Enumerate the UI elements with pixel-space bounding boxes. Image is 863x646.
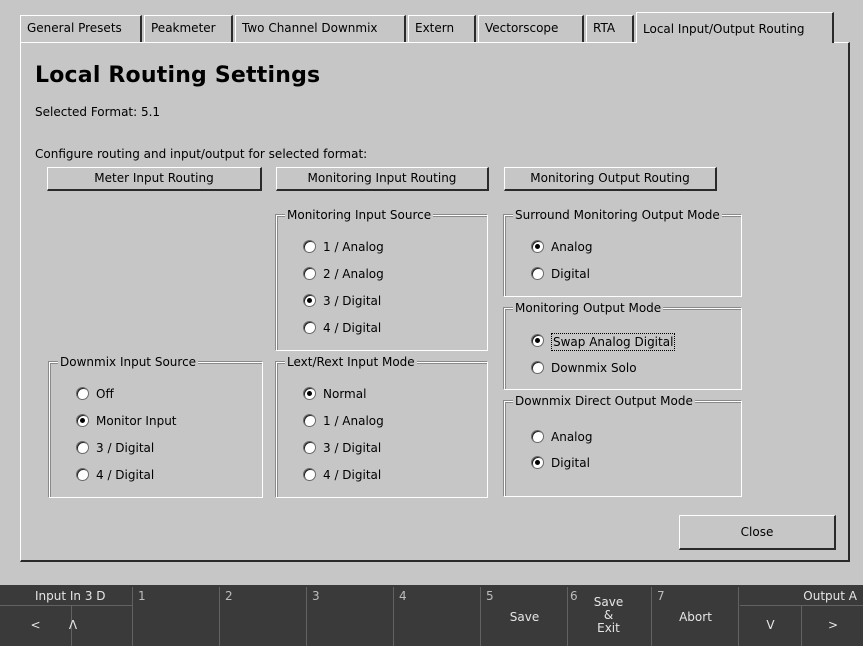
softkey-1[interactable]: 1 — [134, 587, 220, 646]
softkey-number: 7 — [657, 589, 665, 603]
radio-label: 1 / Analog — [323, 414, 384, 428]
instruction-label: Configure routing and input/output for s… — [35, 147, 368, 161]
softkey-bar: Input In 3 D < Λ 1 2 3 4 5 Save 6 Save &… — [0, 587, 863, 646]
selected-format-label: Selected Format: 5.1 — [35, 105, 161, 119]
tab-two-channel-downmix[interactable]: Two Channel Downmix — [235, 15, 406, 42]
input-label: Input In 3 D — [35, 589, 106, 603]
monitoring-output-mode-group: Monitoring Output Mode Swap Analog Digit… — [504, 301, 742, 390]
radio-label: Off — [96, 387, 114, 401]
radio-button-icon[interactable] — [303, 414, 316, 427]
radio-button-icon[interactable] — [303, 294, 316, 307]
monitoring-output-mode-title: Monitoring Output Mode — [513, 301, 664, 315]
radio-label: Downmix Solo — [551, 361, 637, 375]
softkey-number: 2 — [225, 589, 233, 603]
meter-input-routing-button[interactable]: Meter Input Routing — [47, 167, 262, 191]
monitoring-input-source-group: Monitoring Input Source 1 / Analog 2 / A… — [276, 208, 488, 351]
radio-label: 4 / Digital — [96, 468, 155, 482]
input-selector: Input In 3 D < Λ — [0, 587, 133, 646]
settings-panel: Local Routing Settings Selected Format: … — [20, 42, 850, 562]
main-area: General Presets Peakmeter Two Channel Do… — [0, 0, 863, 585]
input-up-key[interactable]: Λ — [69, 606, 133, 646]
radio-label: 4 / Digital — [323, 468, 382, 482]
radio-button-icon[interactable] — [76, 441, 89, 454]
downmix-direct-output-mode-group: Downmix Direct Output Mode Analog Digita… — [504, 394, 742, 497]
radio-label: Digital — [551, 456, 590, 470]
softkey-number: 5 — [486, 589, 494, 603]
radio-button-icon[interactable] — [303, 240, 316, 253]
radio-label: 3 / Digital — [96, 441, 155, 455]
surround-monitoring-output-mode-title: Surround Monitoring Output Mode — [513, 208, 722, 222]
tab-rta[interactable]: RTA — [586, 15, 634, 42]
radio-button-icon[interactable] — [531, 267, 544, 280]
tab-vectorscope[interactable]: Vectorscope — [478, 15, 584, 42]
radio-button-icon[interactable] — [303, 387, 316, 400]
downmix-input-source-title: Downmix Input Source — [58, 355, 199, 369]
softkey-2[interactable]: 2 — [221, 587, 307, 646]
radio-button-icon[interactable] — [303, 321, 316, 334]
output-down-key[interactable]: V — [740, 606, 802, 646]
radio-label: Digital — [551, 267, 590, 281]
radio-button-icon[interactable] — [531, 240, 544, 253]
radio-button-icon[interactable] — [531, 456, 544, 469]
downmix-input-source-group: Downmix Input Source Off Monitor Input 3… — [49, 355, 263, 498]
radio-button-icon[interactable] — [76, 387, 89, 400]
save-exit-label-line2: & — [603, 608, 614, 622]
softkey-3[interactable]: 3 — [308, 587, 394, 646]
radio-label: 2 / Analog — [323, 267, 384, 281]
abort-label: Abort — [679, 610, 712, 624]
radio-label: 4 / Digital — [323, 321, 382, 335]
radio-button-icon[interactable] — [303, 441, 316, 454]
screen: General Presets Peakmeter Two Channel Do… — [0, 0, 863, 646]
output-selector: Output A V > — [740, 587, 863, 646]
radio-button-icon[interactable] — [303, 267, 316, 280]
save-exit-label-line1: Save — [593, 595, 624, 609]
surround-monitoring-output-mode-group: Surround Monitoring Output Mode Analog D… — [504, 208, 742, 297]
monitoring-output-routing-button[interactable]: Monitoring Output Routing — [504, 167, 717, 191]
radio-label: Analog — [551, 430, 593, 444]
radio-button-icon[interactable] — [531, 334, 544, 347]
lext-rext-input-mode-group: Lext/Rext Input Mode Normal 1 / Analog 3… — [276, 355, 488, 498]
lext-rext-input-mode-title: Lext/Rext Input Mode — [285, 355, 417, 369]
radio-button-icon[interactable] — [303, 468, 316, 481]
radio-button-icon[interactable] — [76, 468, 89, 481]
softkey-number: 1 — [138, 589, 146, 603]
radio-label: 3 / Digital — [323, 441, 382, 455]
radio-button-icon[interactable] — [76, 414, 89, 427]
tab-local-input-output-routing[interactable]: Local Input/Output Routing — [636, 12, 834, 43]
tab-peakmeter[interactable]: Peakmeter — [144, 15, 233, 42]
softkey-number: 4 — [399, 589, 407, 603]
radio-button-icon[interactable] — [531, 361, 544, 374]
radio-label: Analog — [551, 240, 593, 254]
save-softkey[interactable]: 5 Save — [482, 587, 568, 646]
radio-label: 1 / Analog — [323, 240, 384, 254]
monitoring-input-routing-button[interactable]: Monitoring Input Routing — [276, 167, 489, 191]
tab-general-presets[interactable]: General Presets — [20, 15, 142, 42]
save-label: Save — [509, 610, 540, 624]
radio-label: Normal — [323, 387, 367, 401]
softkey-number: 3 — [312, 589, 320, 603]
radio-label: 3 / Digital — [323, 294, 382, 308]
output-right-key[interactable]: > — [803, 606, 863, 646]
save-exit-label-line3: Exit — [597, 621, 620, 635]
output-label: Output A — [803, 589, 857, 603]
right-arrow-icon: > — [827, 618, 839, 632]
softkey-4[interactable]: 4 — [395, 587, 481, 646]
radio-label: Monitor Input — [96, 414, 177, 428]
abort-softkey[interactable]: 7 Abort — [653, 587, 739, 646]
page-title: Local Routing Settings — [35, 63, 321, 88]
radio-label: Swap Analog Digital — [551, 333, 676, 351]
downmix-direct-output-mode-title: Downmix Direct Output Mode — [513, 394, 695, 408]
radio-button-icon[interactable] — [531, 430, 544, 443]
tab-extern[interactable]: Extern — [408, 15, 476, 42]
close-button[interactable]: Close — [679, 515, 836, 550]
up-arrow-icon: Λ — [68, 618, 78, 632]
save-exit-softkey[interactable]: 6 Save & Exit — [566, 587, 652, 646]
monitoring-input-source-title: Monitoring Input Source — [285, 208, 434, 222]
down-arrow-icon: V — [766, 618, 775, 632]
